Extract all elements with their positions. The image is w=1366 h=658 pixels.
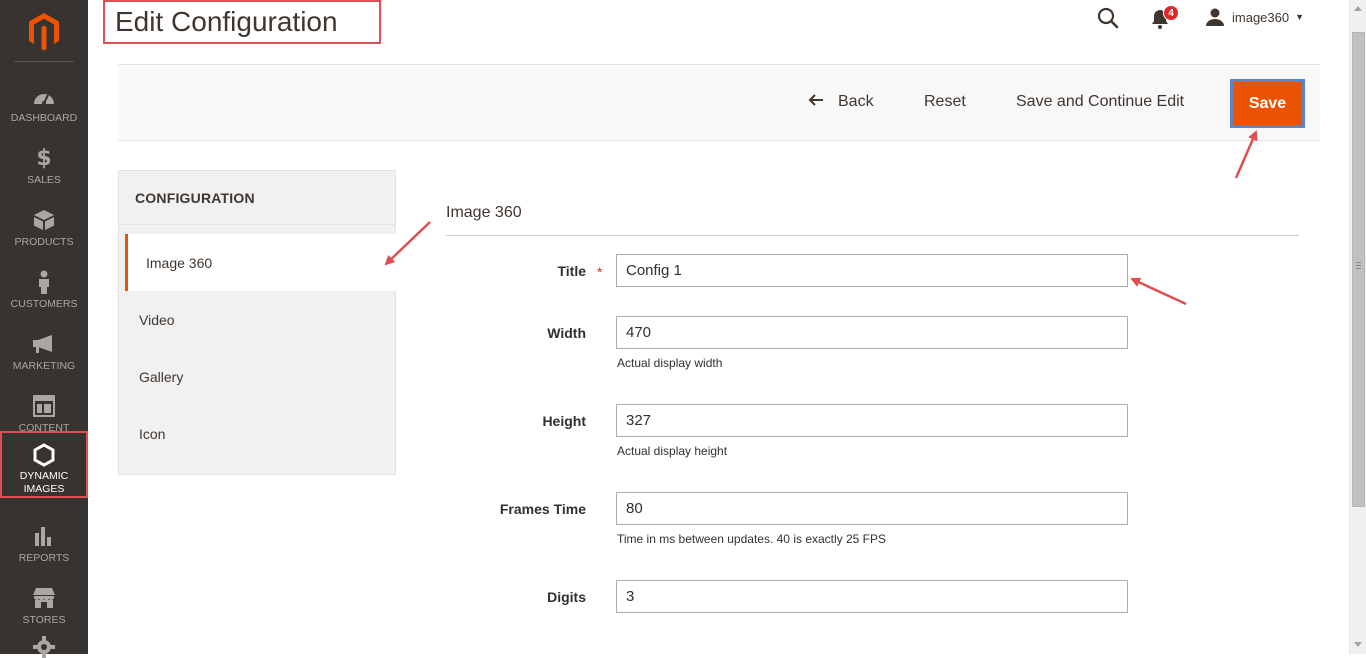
tab-image-360[interactable]: Image 360 bbox=[125, 234, 396, 291]
dashboard-icon bbox=[32, 84, 56, 108]
dollar-icon: $ bbox=[36, 145, 52, 171]
admin-sidebar: DASHBOARD $ SALES PRODUCTS CUSTOMERS MAR… bbox=[0, 0, 88, 658]
nav-system[interactable] bbox=[0, 626, 88, 658]
nav-label: CUSTOMERS bbox=[10, 298, 78, 310]
nav-label: PRODUCTS bbox=[14, 236, 74, 248]
nav-sales[interactable]: $ SALES bbox=[0, 132, 88, 194]
width-note: Actual display width bbox=[617, 356, 723, 370]
box-icon bbox=[32, 208, 56, 232]
tab-icon[interactable]: Icon bbox=[119, 405, 395, 462]
nav-dashboard[interactable]: DASHBOARD bbox=[0, 70, 88, 132]
nav-label: MARKETING bbox=[12, 360, 76, 372]
nav-label: REPORTS bbox=[18, 552, 70, 564]
digits-input[interactable] bbox=[616, 580, 1128, 613]
nav-marketing[interactable]: MARKETING bbox=[0, 318, 88, 380]
scroll-thumb[interactable] bbox=[1352, 32, 1365, 507]
tab-gallery[interactable]: Gallery bbox=[119, 348, 395, 405]
username: image360 bbox=[1232, 9, 1290, 25]
section-title: Image 360 bbox=[446, 204, 522, 221]
chevron-down-icon: ▼ bbox=[1295, 12, 1305, 22]
save-button-highlight: Save bbox=[1230, 79, 1305, 128]
arrow-left-icon bbox=[808, 93, 824, 111]
nav-reports[interactable]: REPORTS bbox=[0, 510, 88, 572]
logo-divider bbox=[14, 61, 74, 62]
reset-button[interactable]: Reset bbox=[924, 93, 966, 111]
title-label: Title bbox=[557, 263, 586, 279]
bar-chart-icon bbox=[32, 524, 56, 548]
nav-label-line1: DYNAMIC bbox=[19, 470, 69, 482]
section-divider bbox=[446, 235, 1299, 236]
user-account-menu[interactable]: image360 ▼ bbox=[1206, 6, 1304, 28]
height-input[interactable] bbox=[616, 404, 1128, 437]
digits-label: Digits bbox=[547, 589, 586, 605]
frames-time-note: Time in ms between updates. 40 is exactl… bbox=[617, 532, 887, 546]
layout-icon bbox=[32, 394, 56, 418]
annotation-arrow-title bbox=[1130, 277, 1187, 306]
tab-video[interactable]: Video bbox=[119, 291, 395, 348]
global-search-button[interactable] bbox=[1096, 6, 1120, 30]
back-button[interactable]: Back bbox=[808, 93, 874, 111]
gear-icon bbox=[32, 636, 56, 658]
nav-label: SALES bbox=[27, 174, 61, 186]
page-title: Edit Configuration bbox=[115, 6, 338, 37]
nav-customers[interactable]: CUSTOMERS bbox=[0, 256, 88, 318]
nav-label-line2: IMAGES bbox=[23, 483, 65, 495]
scroll-up-arrow-icon[interactable] bbox=[1354, 6, 1362, 11]
configuration-tabs: CONFIGURATION Image 360 Video Gallery Ic… bbox=[118, 170, 396, 475]
magento-logo-icon bbox=[29, 13, 59, 51]
hexagon-icon bbox=[32, 443, 56, 467]
save-button[interactable]: Save bbox=[1249, 95, 1286, 113]
nav-stores[interactable]: STORES bbox=[0, 572, 88, 634]
page-title-box: Edit Configuration bbox=[103, 0, 381, 44]
nav-label: DASHBOARD bbox=[10, 112, 78, 124]
height-label: Height bbox=[542, 413, 586, 429]
notifications-count-badge: 4 bbox=[1163, 5, 1179, 21]
megaphone-icon bbox=[32, 332, 56, 356]
store-icon bbox=[32, 586, 56, 610]
person-icon bbox=[32, 270, 56, 294]
back-label: Back bbox=[838, 93, 874, 110]
scroll-down-arrow-icon[interactable] bbox=[1354, 642, 1362, 647]
required-asterisk: * bbox=[597, 264, 603, 280]
title-input[interactable] bbox=[616, 254, 1128, 287]
height-note: Actual display height bbox=[617, 444, 728, 458]
nav-label: STORES bbox=[22, 614, 66, 626]
nav-dynamic-images[interactable]: DYNAMIC IMAGES bbox=[0, 431, 88, 498]
frames-time-label: Frames Time bbox=[499, 501, 586, 517]
user-icon bbox=[1206, 8, 1224, 26]
magento-logo[interactable] bbox=[0, 0, 88, 62]
width-input[interactable] bbox=[616, 316, 1128, 349]
page-scrollbar[interactable] bbox=[1349, 0, 1366, 654]
tabs-heading: CONFIGURATION bbox=[119, 171, 395, 225]
save-and-continue-button[interactable]: Save and Continue Edit bbox=[1016, 93, 1184, 111]
nav-products[interactable]: PRODUCTS bbox=[0, 194, 88, 256]
search-icon bbox=[1097, 7, 1119, 29]
frames-time-input[interactable] bbox=[616, 492, 1128, 525]
width-label: Width bbox=[547, 325, 586, 341]
page-actions-bar: Back Reset Save and Continue Edit Save bbox=[118, 64, 1320, 141]
